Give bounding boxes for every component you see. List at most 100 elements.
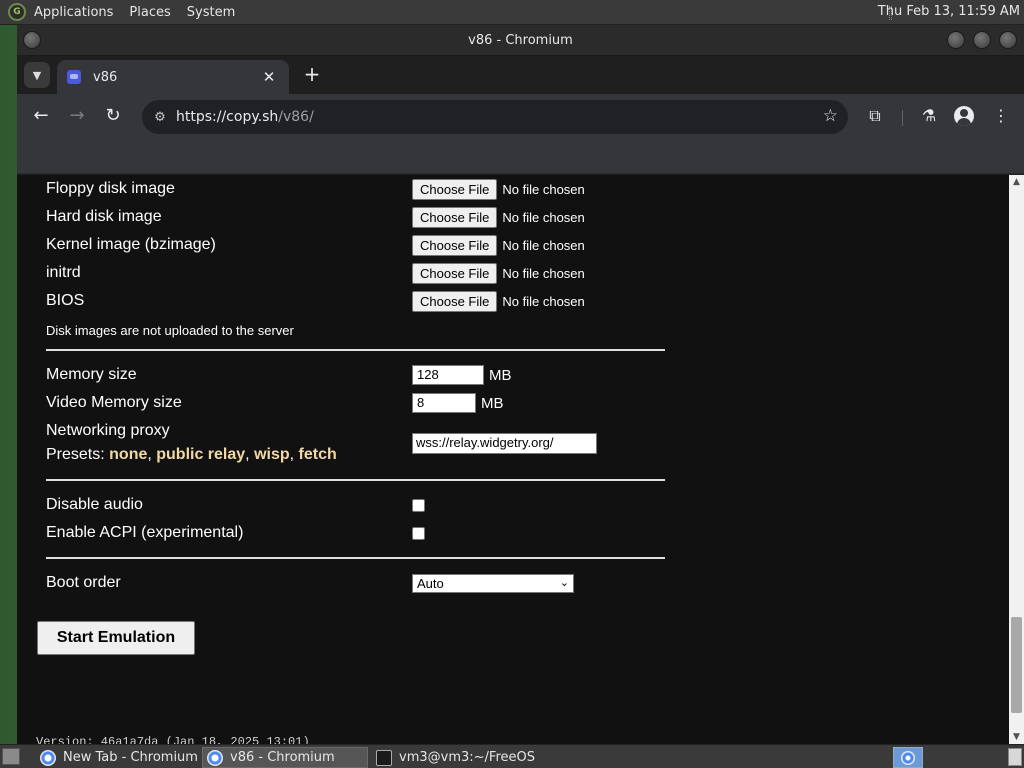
- enable-acpi-label: Enable ACPI (experimental): [46, 524, 244, 541]
- browser-window: v86 - Chromium ▼ v86 ✕ + ← → ↻ ⚙ https:/…: [17, 25, 1024, 744]
- forward-button[interactable]: →: [64, 103, 90, 129]
- reload-button[interactable]: ↻: [100, 103, 126, 129]
- taskbar: New Tab - Chromium v86 - Chromium vm3@vm…: [0, 744, 1024, 768]
- presets-label: Presets:: [46, 446, 105, 463]
- disk-upload-note: Disk images are not uploaded to the serv…: [46, 323, 294, 338]
- memory-size-control: 128 MB: [412, 365, 512, 385]
- taskbar-item-v86[interactable]: v86 - Chromium: [202, 747, 368, 768]
- enable-acpi-checkbox[interactable]: [412, 527, 425, 540]
- hard-disk-file-control: Choose File No file chosen: [412, 207, 585, 228]
- toolbar-separator: [902, 110, 903, 126]
- start-emulation-button[interactable]: Start Emulation: [37, 621, 195, 655]
- places-menu[interactable]: Places: [129, 5, 170, 20]
- taskbar-item-label: vm3@vm3:~/FreeOS: [399, 750, 535, 765]
- disable-audio-label: Disable audio: [46, 496, 143, 513]
- back-button[interactable]: ←: [28, 103, 54, 129]
- networking-proxy-control: wss://relay.widgetry.org/: [412, 433, 597, 454]
- tab-v86[interactable]: v86 ✕: [57, 60, 289, 94]
- scrollbar-thumb[interactable]: [1011, 617, 1022, 713]
- disable-audio-checkbox[interactable]: [412, 499, 425, 512]
- bookmark-star-icon[interactable]: ☆: [823, 106, 838, 126]
- initrd-choose-file-button[interactable]: Choose File: [412, 263, 498, 284]
- distro-logo-icon[interactable]: G: [8, 3, 26, 21]
- enable-acpi-control: [412, 527, 425, 540]
- address-bar[interactable]: ⚙ https://copy.sh/v86/ ☆: [142, 100, 848, 134]
- taskbar-item-terminal[interactable]: vm3@vm3:~/FreeOS: [372, 747, 572, 768]
- boot-order-selected: Auto: [417, 576, 444, 591]
- presets-line: Presets: none, public relay, wisp, fetch: [46, 446, 337, 463]
- extensions-icon[interactable]: ⧉: [862, 103, 888, 129]
- boot-order-select[interactable]: Auto ⌄: [412, 574, 574, 593]
- disable-audio-control: [412, 499, 425, 512]
- system-menu[interactable]: System: [187, 5, 235, 20]
- workspace-switcher[interactable]: [1008, 748, 1022, 766]
- url-host: https://copy.sh: [176, 109, 279, 125]
- section-divider: [46, 557, 665, 559]
- site-settings-icon[interactable]: ⚙: [152, 110, 168, 125]
- floppy-file-status: No file chosen: [502, 182, 585, 197]
- hard-disk-label: Hard disk image: [46, 208, 162, 225]
- video-memory-control: 8 MB: [412, 393, 504, 413]
- bios-file-control: Choose File No file chosen: [412, 291, 585, 312]
- v86-favicon-icon: [67, 70, 81, 84]
- initrd-label: initrd: [46, 264, 81, 281]
- bookmarks-area: [17, 138, 1024, 174]
- taskbar-item-new-tab[interactable]: New Tab - Chromium: [36, 747, 198, 768]
- video-memory-input[interactable]: 8: [412, 393, 476, 413]
- tab-title: v86: [93, 69, 118, 85]
- kernel-file-control: Choose File No file chosen: [412, 235, 585, 256]
- minimize-button[interactable]: [947, 31, 965, 49]
- chevron-down-icon: ⌄: [559, 577, 569, 589]
- close-window-button[interactable]: [999, 31, 1017, 49]
- tab-close-icon[interactable]: ✕: [261, 68, 277, 86]
- boot-order-label: Boot order: [46, 574, 121, 591]
- section-divider: [46, 349, 665, 351]
- memory-size-input[interactable]: 128: [412, 365, 484, 385]
- arrow-right-icon: →: [69, 105, 85, 126]
- hard-disk-file-status: No file chosen: [502, 210, 585, 225]
- desktop: G Applications Places System Thu Feb 13,…: [0, 0, 1024, 768]
- applications-menu[interactable]: Applications: [34, 5, 113, 20]
- kernel-choose-file-button[interactable]: Choose File: [412, 235, 498, 256]
- bios-file-status: No file chosen: [502, 294, 585, 309]
- hard-disk-choose-file-button[interactable]: Choose File: [412, 207, 498, 228]
- new-tab-button[interactable]: +: [300, 63, 324, 87]
- scroll-down-arrow-icon[interactable]: ▼: [1009, 732, 1024, 742]
- tab-search-button[interactable]: ▼: [24, 62, 50, 88]
- preset-fetch-link[interactable]: fetch: [299, 446, 337, 463]
- memory-size-label: Memory size: [46, 366, 137, 383]
- bios-label: BIOS: [46, 292, 85, 309]
- memory-size-unit: MB: [489, 366, 512, 384]
- show-desktop-button[interactable]: [2, 748, 20, 765]
- reload-icon: ↻: [105, 105, 121, 126]
- bios-choose-file-button[interactable]: Choose File: [412, 291, 498, 312]
- initrd-file-control: Choose File No file chosen: [412, 263, 585, 284]
- page-viewport: Floppy disk image Choose File No file ch…: [17, 175, 1024, 744]
- maximize-button[interactable]: [973, 31, 991, 49]
- tray-chromium-button[interactable]: [893, 747, 923, 768]
- taskbar-item-label: v86 - Chromium: [230, 750, 335, 765]
- version-text: Version: 46a1a7da (Jan 18, 2025 13:01): [36, 735, 310, 744]
- section-divider: [46, 479, 665, 481]
- terminal-icon: [376, 749, 392, 766]
- networking-proxy-input[interactable]: wss://relay.widgetry.org/: [412, 433, 597, 454]
- preset-none-link[interactable]: none: [109, 446, 147, 463]
- networking-proxy-label: Networking proxy: [46, 422, 170, 439]
- window-titlebar[interactable]: v86 - Chromium: [17, 25, 1024, 56]
- clock[interactable]: Thu Feb 13, 11:59 AM: [878, 4, 1020, 19]
- kernel-label: Kernel image (bzimage): [46, 236, 216, 253]
- arrow-left-icon: ←: [33, 105, 49, 126]
- floppy-file-control: Choose File No file chosen: [412, 179, 585, 200]
- profile-avatar-icon[interactable]: [954, 106, 974, 126]
- chromium-icon: [40, 749, 56, 766]
- page-scrollbar[interactable]: ▲ ▼: [1009, 175, 1024, 744]
- url-text: https://copy.sh/v86/: [176, 109, 314, 125]
- floppy-choose-file-button[interactable]: Choose File: [412, 179, 498, 200]
- boot-order-control: Auto ⌄: [412, 574, 574, 593]
- more-menu-icon[interactable]: ⋮: [988, 103, 1014, 129]
- labs-flask-icon[interactable]: ⚗: [916, 103, 942, 129]
- scroll-up-arrow-icon[interactable]: ▲: [1009, 177, 1024, 187]
- preset-wisp-link[interactable]: wisp: [254, 446, 290, 463]
- preset-public-relay-link[interactable]: public relay: [156, 446, 245, 463]
- floppy-label: Floppy disk image: [46, 180, 175, 197]
